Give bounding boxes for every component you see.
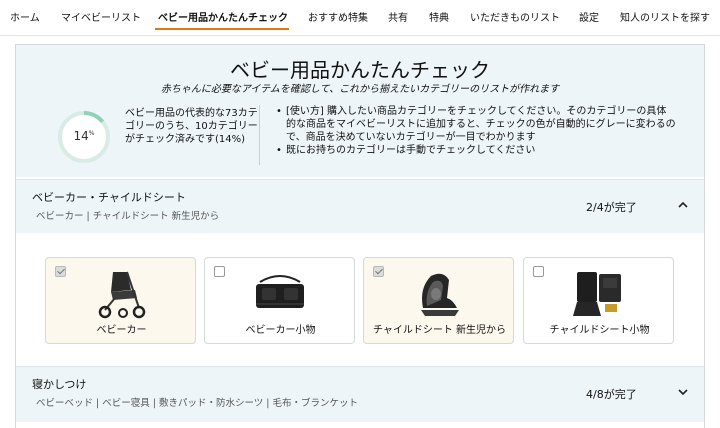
howto-item: • 既にお持ちのカテゴリーは手動でチェックしてください [276, 145, 536, 156]
category-card-label: チャイルドシート 新生児から [372, 325, 507, 336]
howto-list: • [使い方] 購入したい商品カテゴリーをチェックしてください。そのカテゴリーの具… [276, 105, 676, 157]
page-title: ベビー用品かんたんチェック [230, 58, 490, 82]
tab-find-friends-list[interactable]: 知人のリストを探す [620, 12, 710, 26]
progress-value: 14 [73, 129, 89, 143]
category-card-label: ベビーカー [96, 325, 147, 336]
checkbox-checked[interactable] [373, 266, 384, 277]
howto-text: [使い方] 購入したい商品カテゴリーをチェックしてください。そのカテゴリーの具体… [286, 106, 676, 143]
stroller-icon [98, 271, 146, 319]
page-subtitle: 赤ちゃんに必要なアイテムを確認して、これから揃えたいカテゴリーのリストが作れます [160, 84, 560, 95]
progress-unit: % [88, 130, 95, 137]
car-seat-icon [421, 273, 459, 316]
category-header-sleep[interactable]: 寝かしつけ ベビーベッド | ベビー寝具 | 敷きパッド・防水シーツ | 毛布・… [16, 366, 704, 422]
checkbox-unchecked[interactable] [214, 266, 225, 277]
category-subcategories: ベビーカー | チャイルドシート 新生児から [36, 211, 220, 222]
category-card-stroller[interactable]: ベビーカー [45, 257, 196, 344]
category-name: 寝かしつけ [32, 378, 87, 391]
chevron-down-icon[interactable] [676, 385, 690, 399]
checkbox-checked[interactable] [55, 266, 66, 277]
category-card-car-seat[interactable]: チャイルドシート 新生児から [363, 257, 514, 344]
tab-benefits[interactable]: 特典 [429, 12, 449, 26]
category-card-label: チャイルドシート小物 [549, 325, 650, 336]
active-tab-underline [155, 28, 289, 30]
category-subcategories: ベビーベッド | ベビー寝具 | 敷きパッド・防水シーツ | 毛布・ブランケット [36, 398, 359, 409]
divider [259, 105, 260, 165]
category-card-stroller-accessories[interactable]: ベビーカー小物 [204, 257, 355, 344]
tab-share[interactable]: 共有 [388, 12, 408, 26]
tab-received-list[interactable]: いただきものリスト [470, 12, 560, 26]
chevron-up-icon[interactable] [676, 198, 690, 212]
progress-ring: 14% [57, 110, 111, 164]
category-card-label: ベビーカー小物 [245, 325, 316, 336]
tab-home[interactable]: ホーム [10, 12, 40, 26]
progress-percent: 14% [57, 129, 111, 143]
howto-item: • [使い方] 購入したい商品カテゴリーをチェックしてください。そのカテゴリーの具… [276, 106, 676, 143]
tab-my-baby-list[interactable]: マイベビーリスト [61, 12, 141, 26]
top-navigation: ホーム マイベビーリスト ベビー用品かんたんチェック おすすめ特集 共有 特典 … [0, 0, 720, 36]
checkbox-unchecked[interactable] [533, 266, 544, 277]
category-status: 4/8が完了 [586, 388, 637, 401]
seat-protector-icon [573, 272, 621, 316]
tab-recommended[interactable]: おすすめ特集 [308, 12, 368, 26]
stroller-bag-icon [256, 275, 304, 308]
howto-text: 既にお持ちのカテゴリーは手動でチェックしてください [286, 145, 536, 156]
tab-baby-goods-check[interactable]: ベビー用品かんたんチェック [158, 12, 288, 26]
category-card-car-seat-accessories[interactable]: チャイルドシート小物 [523, 257, 674, 344]
tab-settings[interactable]: 設定 [579, 12, 599, 26]
category-name: ベビーカー・チャイルドシート [32, 191, 186, 204]
progress-stat-text: ベビー用品の代表的な73カテゴリーのうち、10カテゴリーがチェック済みです(14… [125, 108, 258, 145]
category-status: 2/4が完了 [586, 201, 637, 214]
category-header-stroller[interactable]: ベビーカー・チャイルドシート ベビーカー | チャイルドシート 新生児から 2/… [16, 179, 704, 233]
